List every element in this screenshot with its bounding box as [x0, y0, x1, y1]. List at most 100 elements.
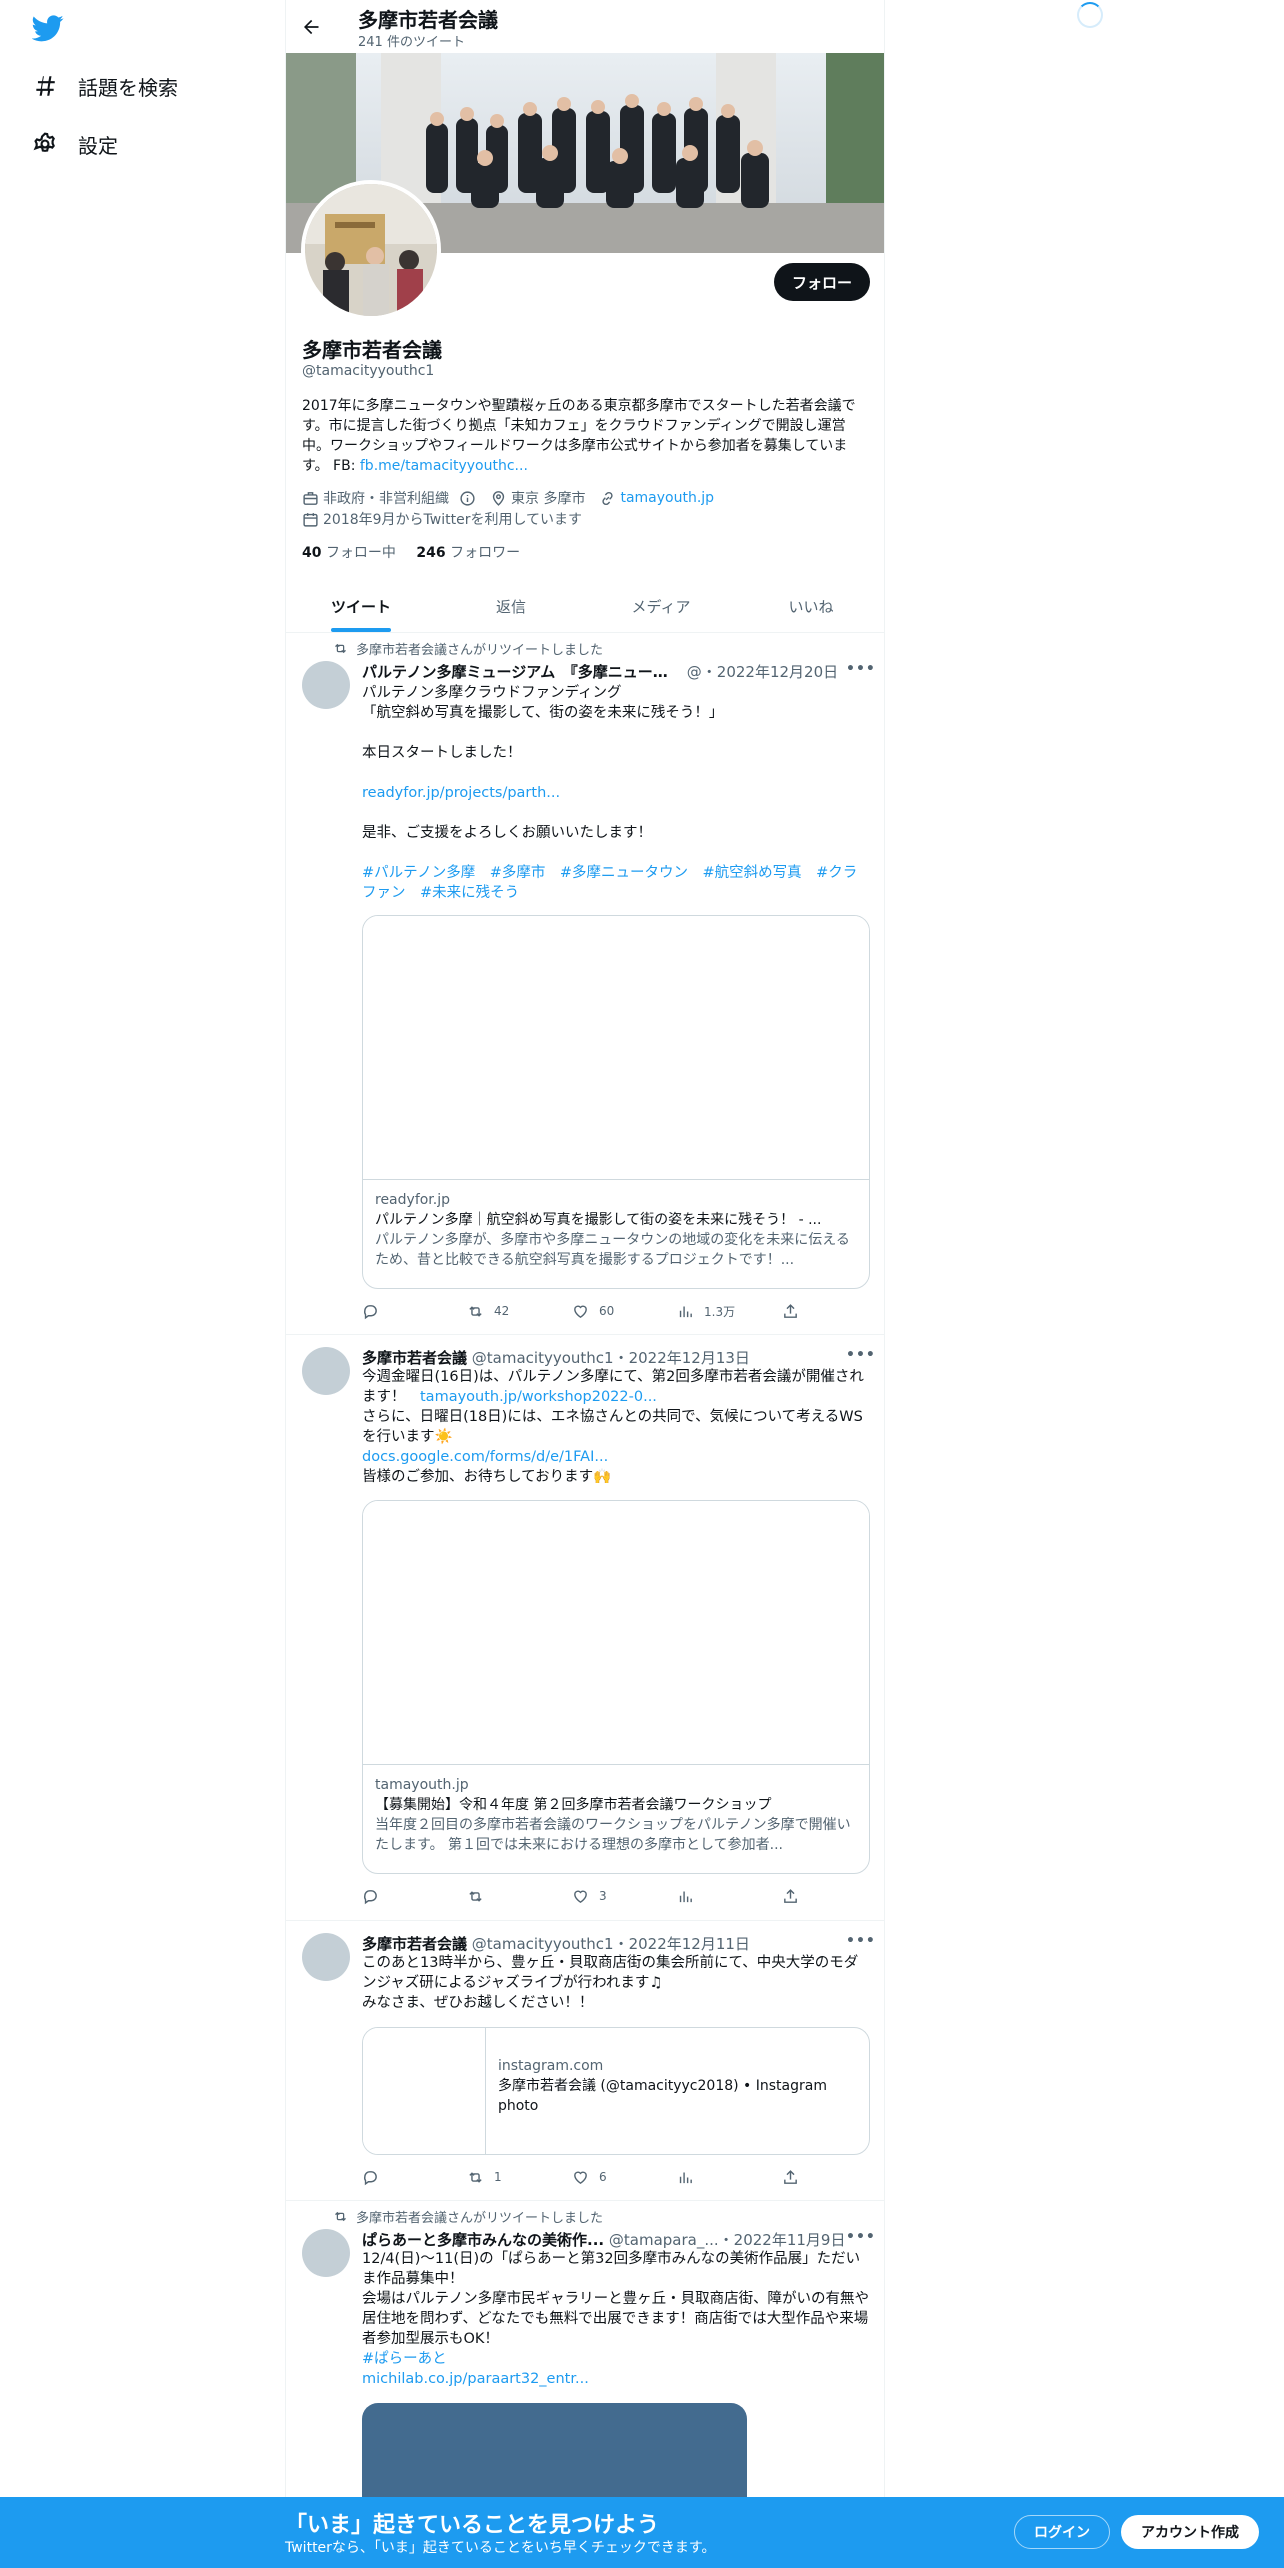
- link-card[interactable]: instagram.com 多摩市若者会議 (@tamacityyc2018) …: [362, 2027, 870, 2155]
- following-link[interactable]: 40 フォロー中: [302, 545, 396, 561]
- hashtag-icon: [36, 76, 55, 96]
- back-arrow-icon[interactable]: [296, 12, 326, 42]
- share-icon: [784, 2169, 797, 2184]
- link-card[interactable]: tamayouth.jp 【募集開始】令和４年度 第２回多摩市若者会議ワークショ…: [362, 1500, 870, 1874]
- signup-banner: 「いま」起きていることを見つけよう Twitterなら、「いま」起きていることを…: [0, 2497, 1284, 2568]
- retweet-count: 42: [494, 1304, 510, 1318]
- tweet-header: パルテノン多摩ミュージアム 『多摩ニュータ... @・2022年12月20日: [362, 661, 840, 682]
- tweet[interactable]: 多摩市若者会議 @tamacityyouthc1・2022年12月11日 •••…: [286, 1921, 884, 2201]
- tweet-avatar[interactable]: [302, 1347, 350, 1395]
- like-count: 3: [599, 1889, 607, 1903]
- tweet-hashtag[interactable]: #ぱらーあと: [362, 2351, 447, 2367]
- heart-icon: [574, 1305, 587, 1318]
- tweet-link[interactable]: michilab.co.jp/paraart32_entr...: [362, 2371, 589, 2387]
- view-count: 1.3万: [704, 1304, 736, 1319]
- login-button[interactable]: ログイン: [1014, 2515, 1110, 2549]
- banner-subtext: Twitterなら、「いま」起きていることをいち早くチェックできます。: [285, 2540, 716, 2556]
- tab-replies[interactable]: 返信: [436, 580, 586, 632]
- more-options-icon[interactable]: •••: [846, 1347, 876, 1363]
- views-button[interactable]: 1.3万: [677, 1301, 757, 1321]
- more-options-icon[interactable]: •••: [846, 2229, 876, 2245]
- tweet[interactable]: 多摩市若者会議さんがリツイートしました パルテノン多摩ミュージアム 『多摩ニュー…: [286, 633, 884, 1335]
- tweet-hashtags[interactable]: #パルテノン多摩 #多摩市 #多摩ニュータウン #航空斜め写真 #クラファン #…: [362, 865, 857, 901]
- sidebar-item-settings[interactable]: 設定: [32, 124, 118, 164]
- tweet-author[interactable]: パルテノン多摩ミュージアム 『多摩ニュータ...: [362, 661, 682, 682]
- calendar-icon: [303, 512, 318, 527]
- views-chart-icon: [679, 1891, 692, 1902]
- reply-button[interactable]: [362, 2167, 442, 2187]
- like-button[interactable]: 6: [572, 2167, 652, 2187]
- tweet[interactable]: 多摩市若者会議 @tamacityyouthc1・2022年12月13日 •••…: [286, 1335, 884, 1921]
- signup-button[interactable]: アカウント作成: [1121, 2515, 1259, 2549]
- twitter-logo-icon[interactable]: [31, 12, 64, 44]
- tweet-author[interactable]: 多摩市若者会議: [362, 1347, 467, 1368]
- heart-icon: [574, 1890, 587, 1903]
- link-card[interactable]: readyfor.jp パルテノン多摩｜航空斜め写真を撮影して街の姿を未来に残そ…: [362, 915, 870, 1289]
- share-button[interactable]: [782, 1301, 802, 1321]
- tweet-avatar[interactable]: [302, 661, 350, 709]
- tab-tweets[interactable]: ツイート: [286, 580, 436, 632]
- follow-stats: 40 フォロー中 246 フォロワー: [302, 542, 520, 562]
- card-domain: instagram.com: [497, 2058, 604, 2074]
- profile-bio: 2017年に多摩ニュータウンや聖蹟桜ヶ丘のある東京都多摩市でスタートした若者会議…: [302, 396, 872, 476]
- share-button[interactable]: [782, 1886, 802, 1906]
- tweet-actions: 3: [362, 1886, 802, 1906]
- tweet-text-body: パルテノン多摩クラウドファンディング 「航空斜め写真を撮影して、街の姿を未来に残…: [362, 685, 724, 761]
- more-options-icon[interactable]: •••: [846, 1933, 876, 1949]
- like-count: 60: [599, 1304, 615, 1318]
- retweet-button[interactable]: 42: [467, 1301, 547, 1321]
- tweet-link[interactable]: docs.google.com/forms/d/e/1FAI...: [362, 1449, 608, 1465]
- profile-header: 多摩市若者会議 241 件のツイート: [286, 0, 884, 53]
- views-button[interactable]: [677, 1886, 757, 1906]
- like-button[interactable]: 60: [572, 1301, 652, 1321]
- retweet-button[interactable]: 1: [467, 2167, 547, 2187]
- header-title: 多摩市若者会議: [358, 8, 498, 32]
- card-description: パルテノン多摩が、多摩市や多摩ニュータウンの地域の変化を未来に伝えるため、昔と比…: [375, 1232, 850, 1268]
- followers-link[interactable]: 246 フォロワー: [416, 545, 520, 561]
- left-sidebar: 話題を検索 設定: [0, 0, 285, 2568]
- tab-media[interactable]: メディア: [586, 580, 736, 632]
- banner-headline: 「いま」起きていることを見つけよう: [285, 2513, 660, 2538]
- briefcase-icon: [303, 491, 318, 505]
- tweet-avatar[interactable]: [302, 1933, 350, 1981]
- tweet-text: パルテノン多摩クラウドファンディング 「航空斜め写真を撮影して、街の姿を未来に残…: [362, 683, 870, 903]
- tweet-header: 多摩市若者会議 @tamacityyouthc1・2022年12月13日: [362, 1347, 862, 1368]
- profile-joined: 2018年9月からTwitterを利用しています: [323, 512, 583, 528]
- tweet-link[interactable]: readyfor.jp/projects/parth...: [362, 785, 560, 801]
- card-title: 多摩市若者会議 (@tamacityyc2018) • Instagram ph…: [497, 2078, 827, 2114]
- tweet-header: 多摩市若者会議 @tamacityyouthc1・2022年12月11日: [362, 1933, 862, 1954]
- tweet-avatar[interactable]: [302, 2229, 350, 2277]
- tweet-link[interactable]: tamayouth.jp/workshop2022-0...: [420, 1389, 657, 1405]
- reply-button[interactable]: [362, 1886, 442, 1906]
- card-description: 当年度２回目の多摩市若者会議のワークショップをパルテノン多摩で開催いたします。 …: [375, 1817, 851, 1853]
- tab-likes[interactable]: いいね: [736, 580, 884, 632]
- profile-category: 非政府・非営利組織: [323, 491, 449, 507]
- views-button[interactable]: [677, 2167, 757, 2187]
- profile-tabs: ツイート 返信 メディア いいね: [286, 580, 884, 633]
- profile-avatar[interactable]: [301, 180, 441, 320]
- link-icon: [602, 491, 614, 505]
- tweet-author[interactable]: 多摩市若者会議: [362, 1933, 467, 1954]
- card-image: [363, 1501, 869, 1765]
- followers-label: フォロワー: [450, 545, 521, 561]
- retweet-button[interactable]: [467, 1886, 547, 1906]
- follow-button[interactable]: フォロー: [774, 263, 870, 301]
- reply-button[interactable]: [362, 1301, 442, 1321]
- sidebar-item-explore[interactable]: 話題を検索: [32, 66, 178, 106]
- bio-link[interactable]: fb.me/tamacityyouthc...: [360, 458, 528, 474]
- reply-icon: [363, 1889, 377, 1904]
- loading-spinner-icon: [1077, 2, 1103, 28]
- profile-joined-row: 2018年9月からTwitterを利用しています: [302, 509, 582, 529]
- retweet-icon: [469, 1890, 482, 1902]
- info-icon[interactable]: [459, 490, 476, 507]
- more-options-icon[interactable]: •••: [846, 661, 876, 677]
- followers-count: 246: [416, 545, 446, 561]
- card-title: 【募集開始】令和４年度 第２回多摩市若者会議ワークショップ: [375, 1797, 772, 1813]
- tweet-author[interactable]: ぱらあーと多摩市みんなの美術作...: [362, 2229, 604, 2250]
- views-chart-icon: [679, 2172, 692, 2183]
- retweet-count: 1: [494, 2170, 502, 2184]
- sidebar-item-label: 設定: [78, 133, 118, 158]
- share-button[interactable]: [782, 2167, 802, 2187]
- profile-website-link[interactable]: tamayouth.jp: [620, 490, 714, 506]
- like-button[interactable]: 3: [572, 1886, 652, 1906]
